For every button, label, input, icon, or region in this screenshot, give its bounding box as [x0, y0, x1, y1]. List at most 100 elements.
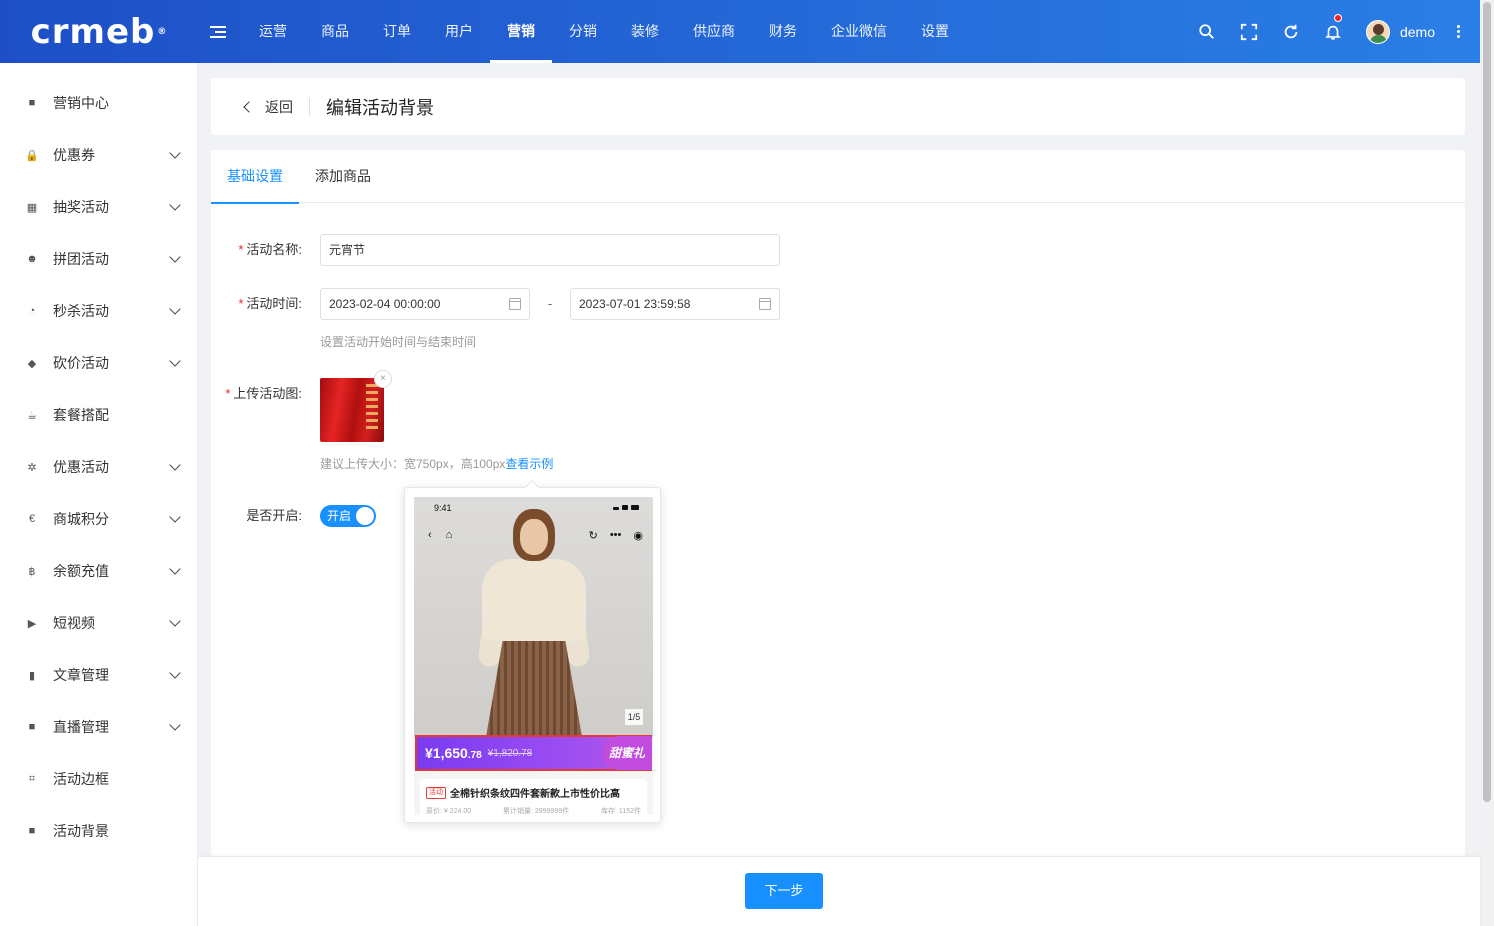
- share-icon: ↻: [588, 529, 598, 542]
- video-icon: ▶: [27, 617, 37, 630]
- scrollbar-thumb[interactable]: [1483, 2, 1491, 802]
- sidebar-item-4[interactable]: ◔ 秒杀活动: [0, 285, 197, 337]
- square-icon: ■: [28, 825, 36, 837]
- nav-item-8[interactable]: 财务: [752, 0, 814, 63]
- nav-item-3[interactable]: 用户: [428, 0, 490, 63]
- upload-label: * 上传活动图:: [211, 378, 320, 410]
- sidebar-item-2[interactable]: ▦ 抽奖活动: [0, 181, 197, 233]
- sidebar-item-label: 秒杀活动: [53, 303, 109, 319]
- sidebar-item-9[interactable]: ฿ 余额充值: [0, 545, 197, 597]
- form-card: 基础设置 添加商品 * 活动名称: 元宵节 * 活动时间: 2023-02-04 0…: [211, 150, 1465, 856]
- divider: [309, 97, 310, 116]
- time-hint: 设置活动开始时间与结束时间: [320, 335, 477, 349]
- chevron-down-icon: [169, 719, 181, 731]
- image-decoration: [366, 384, 378, 432]
- next-step-button[interactable]: 下一步: [745, 873, 823, 909]
- enable-switch[interactable]: 开启: [320, 505, 376, 527]
- crop-icon: ⌗: [28, 772, 36, 785]
- chevron-down-icon: [169, 251, 181, 263]
- end-date-input[interactable]: 2023-07-01 23:59:58: [570, 288, 780, 320]
- euro-icon: €: [28, 513, 36, 525]
- enable-label: 是否开启:: [246, 508, 302, 523]
- nav-item-7[interactable]: 供应商: [676, 0, 752, 63]
- search-icon[interactable]: [1186, 0, 1228, 63]
- nav-item-6[interactable]: 装修: [614, 0, 676, 63]
- tab-basic-settings[interactable]: 基础设置: [211, 150, 299, 204]
- chevron-down-icon: [169, 667, 181, 679]
- sidebar-item-1[interactable]: 🔒 优惠券: [0, 129, 197, 181]
- sidebar-item-label: 活动边框: [53, 771, 109, 787]
- nav-item-5[interactable]: 分销: [552, 0, 614, 63]
- username[interactable]: demo: [1400, 24, 1435, 40]
- chevron-down-icon: [169, 615, 181, 627]
- nav-item-9[interactable]: 企业微信: [814, 0, 904, 63]
- menu-toggle-icon[interactable]: [210, 25, 226, 38]
- nav-item-2[interactable]: 订单: [366, 0, 428, 63]
- nav-item-4[interactable]: 营销: [490, 0, 552, 63]
- refresh-icon[interactable]: [1270, 0, 1312, 63]
- page-scrollbar[interactable]: [1480, 0, 1494, 926]
- sidebar-item-6[interactable]: ☕ 套餐搭配: [0, 389, 197, 441]
- top-header: crmeb ® 运营 商品 订单 用户 营销 分销 装修 供应商 财务 企业微信 设置 demo: [0, 0, 1480, 63]
- target-icon: ◉: [633, 529, 643, 542]
- close-icon[interactable]: ×: [374, 370, 392, 388]
- sidebar-item-14[interactable]: ■ 活动背景: [0, 805, 197, 857]
- sidebar-item-7[interactable]: ✲ 优惠活动: [0, 441, 197, 493]
- price-decimal: .78: [467, 750, 482, 761]
- cup-icon: ☕: [27, 409, 37, 422]
- activity-time-label: * 活动时间:: [211, 288, 320, 320]
- upload-hint: 建议上传大小：宽750px，高100px查看示例: [320, 455, 553, 472]
- nav-item-1[interactable]: 商品: [304, 0, 366, 63]
- sidebar-item-label: 优惠活动: [53, 459, 109, 475]
- tabs: 基础设置 添加商品: [211, 150, 1465, 204]
- chevron-down-icon: [169, 147, 181, 159]
- switch-knob: [356, 507, 374, 525]
- range-separator: -: [547, 296, 553, 311]
- home-icon: ⌂: [445, 529, 453, 541]
- example-phone-preview: 9:41 ‹ ⌂ ↻ ••• ◉ 1/5 ¥1,650.78 ¥1,820.78 甜…: [414, 497, 653, 815]
- tag-icon: ◆: [27, 357, 37, 370]
- fullscreen-icon[interactable]: [1228, 0, 1270, 63]
- sidebar-item-label: 套餐搭配: [53, 407, 109, 423]
- sidebar-item-10[interactable]: ▶ 短视频: [0, 597, 197, 649]
- header-actions: demo: [1186, 0, 1480, 63]
- product-info-card: 活动 全棉针织条纹四件套新款上市性价比高 原价: ¥ 224.00 累计销量: 29…: [420, 779, 647, 815]
- promo-tag: 甜蜜礼: [602, 736, 652, 770]
- calendar-icon: [759, 298, 771, 310]
- tab-add-products[interactable]: 添加商品: [299, 150, 387, 203]
- more-icon[interactable]: [1457, 25, 1460, 38]
- sidebar-item-3[interactable]: ☻ 拼团活动: [0, 233, 197, 285]
- page-title: 编辑活动背景: [326, 97, 434, 118]
- uploaded-image[interactable]: ×: [320, 370, 392, 442]
- avatar[interactable]: [1365, 19, 1390, 44]
- sidebar-item-label: 拼团活动: [53, 251, 109, 267]
- sidebar-item-label: 商城积分: [53, 511, 109, 527]
- activity-background-bar: ¥1,650.78 ¥1,820.78 甜蜜礼: [415, 735, 652, 771]
- sidebar-item-8[interactable]: € 商城积分: [0, 493, 197, 545]
- nav-item-10[interactable]: 设置: [904, 0, 966, 63]
- sidebar-item-13[interactable]: ⌗ 活动边框: [0, 753, 197, 805]
- signal-icon: [613, 505, 639, 510]
- sidebar-item-label: 短视频: [53, 615, 95, 631]
- back-button[interactable]: 返回: [243, 97, 293, 117]
- sidebar-item-0[interactable]: ■ 营销中心: [0, 77, 197, 129]
- status-time: 9:41: [434, 503, 452, 513]
- sidebar-item-12[interactable]: ■ 直播管理: [0, 701, 197, 753]
- end-date-value: 2023-07-01 23:59:58: [579, 297, 691, 311]
- start-date-input[interactable]: 2023-02-04 00:00:00: [320, 288, 530, 320]
- chevron-down-icon: [169, 355, 181, 367]
- view-example-link[interactable]: 查看示例: [505, 457, 553, 471]
- logo[interactable]: crmeb ®: [0, 0, 198, 63]
- phone-nav: ‹ ⌂ ↻ ••• ◉: [428, 527, 643, 543]
- sidebar-item-label: 活动背景: [53, 823, 109, 839]
- upload-label-text: 上传活动图:: [233, 386, 302, 401]
- phone-status-bar: 9:41: [414, 497, 653, 521]
- clock-icon: ◔: [28, 305, 36, 317]
- sidebar-item-5[interactable]: ◆ 砍价活动: [0, 337, 197, 389]
- activity-name-input[interactable]: 元宵节: [320, 234, 780, 266]
- sidebar-item-label: 优惠券: [53, 147, 95, 163]
- sidebar-item-11[interactable]: ▮ 文章管理: [0, 649, 197, 701]
- nav-item-0[interactable]: 运营: [242, 0, 304, 63]
- bell-icon[interactable]: [1312, 0, 1354, 63]
- required-mark: *: [238, 242, 244, 257]
